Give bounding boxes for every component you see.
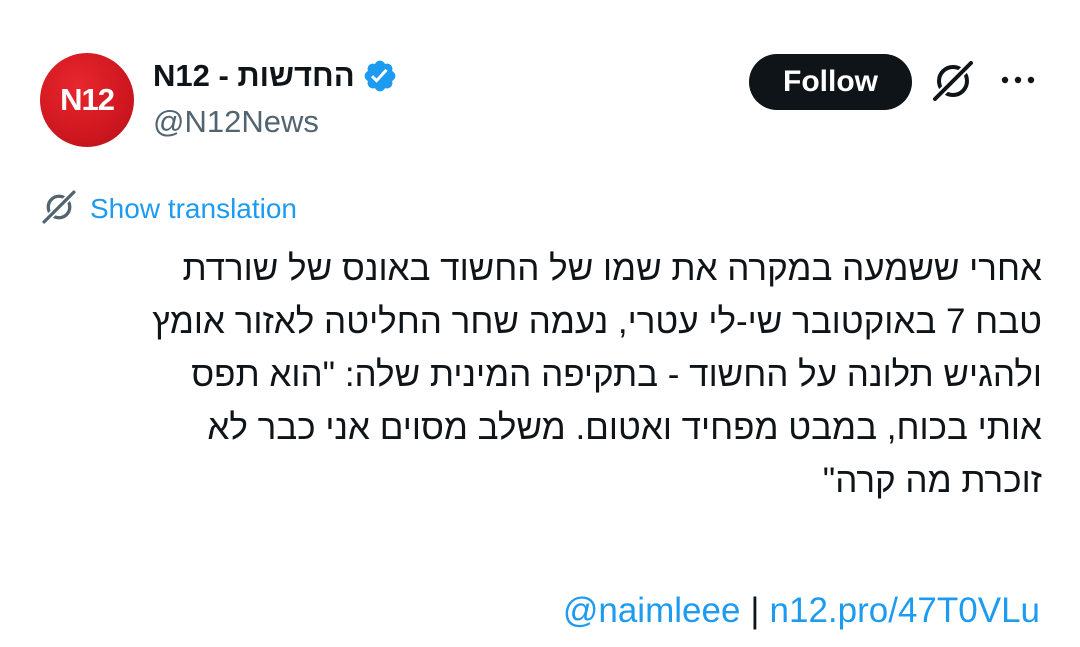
tweet-links: @naimleee | n12.pro/47T0VLu: [563, 586, 1040, 636]
avatar-logo-text: N12: [60, 82, 115, 117]
tweet-text-line: אותי בכוח, במבט מפחיד ואטום. משלב מסוים …: [207, 408, 1042, 447]
show-translation-link[interactable]: Show translation: [40, 188, 297, 230]
tweet-card: N12 N12 - החדשות @N12News Follow Show tr…: [0, 0, 1080, 647]
avatar[interactable]: N12: [40, 53, 134, 147]
grok-button[interactable]: [928, 58, 978, 108]
tweet-text: אחרי ששמעה במקרה את שמו של החשוד באונס ש…: [40, 242, 1042, 507]
tweet-text-line: זוכרת מה קרה": [822, 461, 1042, 500]
tweet-text-line: ולהגיש תלונה על החשוד - בתקיפה המינית של…: [191, 355, 1042, 394]
grok-icon: [40, 188, 78, 231]
more-horizontal-icon: [998, 73, 1038, 91]
user-handle[interactable]: @N12News: [153, 104, 319, 140]
display-name-row: N12 - החדשות: [153, 56, 398, 96]
mention-link[interactable]: @naimleee: [563, 591, 741, 631]
external-link[interactable]: n12.pro/47T0VLu: [770, 591, 1040, 631]
follow-button[interactable]: Follow: [749, 54, 912, 110]
tweet-text-line: אחרי ששמעה במקרה את שמו של החשוד באונס ש…: [182, 249, 1042, 288]
display-name[interactable]: N12 - החדשות: [153, 58, 355, 94]
verified-badge-icon: [362, 58, 398, 94]
grok-icon: [930, 58, 976, 109]
link-separator: |: [750, 591, 760, 630]
show-translation-label: Show translation: [90, 193, 298, 224]
tweet-text-line: טבח 7 באוקטובר שי-לי עטרי, נעמה שחר החלי…: [152, 302, 1042, 341]
more-options-button[interactable]: [996, 62, 1040, 102]
